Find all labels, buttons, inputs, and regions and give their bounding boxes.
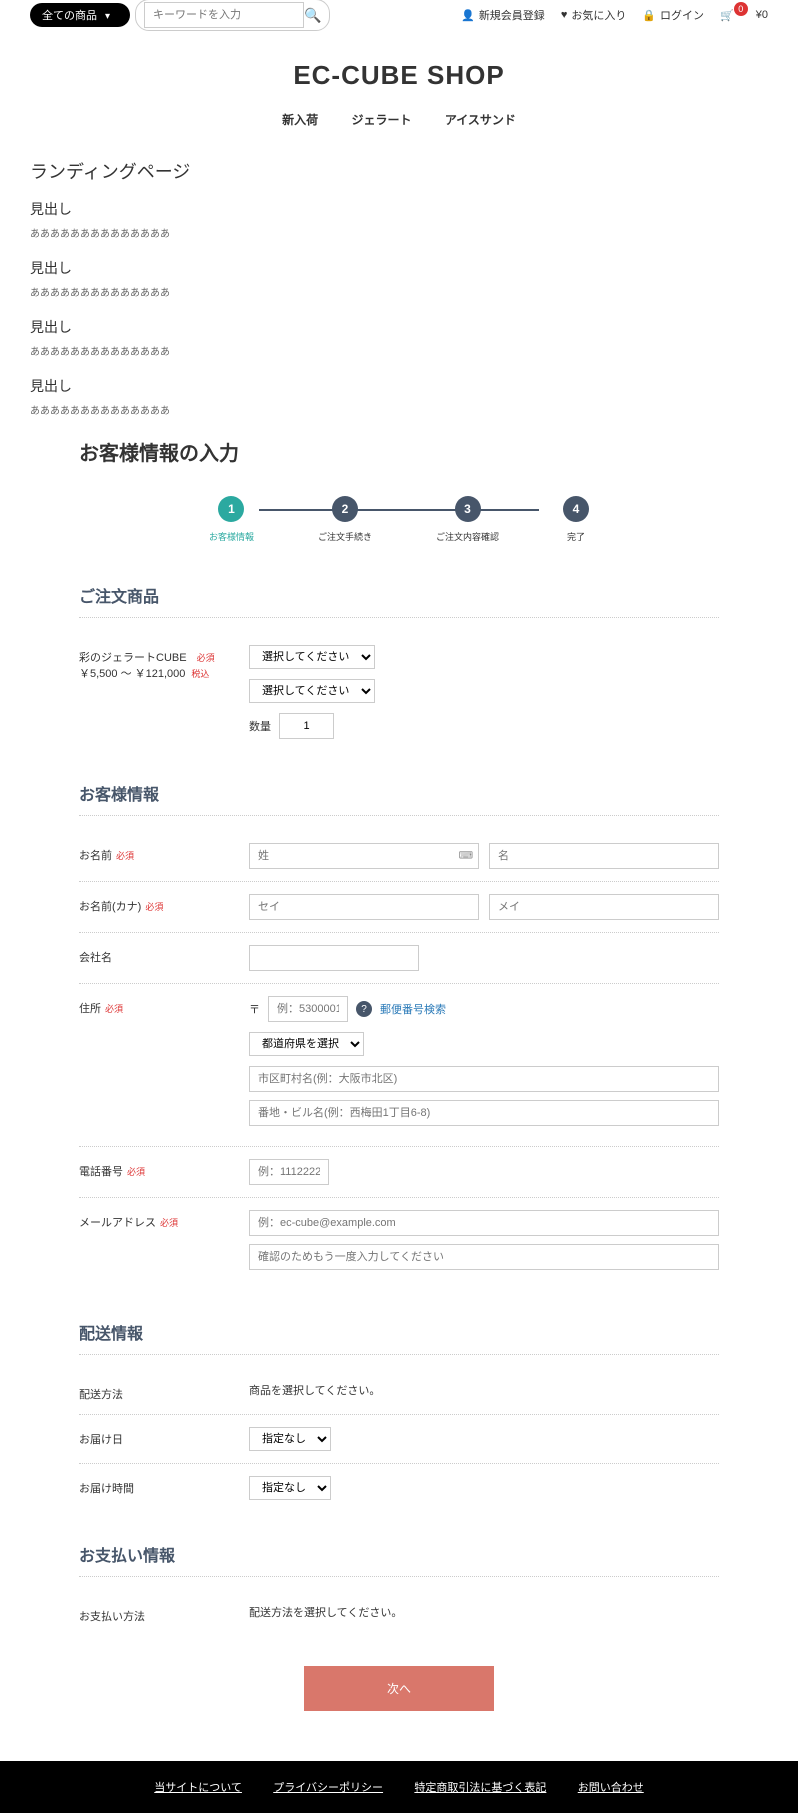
landing-body: ああああああああああああああ xyxy=(30,402,768,417)
register-label: 新規会員登録 xyxy=(479,7,545,23)
landing-title: ランディングページ xyxy=(30,158,768,184)
heart-icon: ♥ xyxy=(561,9,568,21)
required-badge: 必須 xyxy=(127,1167,145,1177)
landing-body: ああああああああああああああ xyxy=(30,343,768,358)
step-4: 4 完了 xyxy=(563,496,589,543)
cart-total: ¥0 xyxy=(756,9,768,21)
zip-mark: 〒 xyxy=(249,1001,260,1017)
phone-label: 電話番号 xyxy=(79,1166,123,1178)
order-heading: ご注文商品 xyxy=(79,583,719,618)
landing-heading: 見出し xyxy=(30,258,768,278)
delivery-date-select[interactable]: 指定なし xyxy=(249,1427,331,1451)
email-input[interactable] xyxy=(249,1210,719,1236)
favorite-label: お気に入り xyxy=(571,7,626,23)
delivery-time-select[interactable]: 指定なし xyxy=(249,1476,331,1500)
next-button[interactable]: 次へ xyxy=(304,1666,494,1711)
step-label: ご注文手続き xyxy=(318,530,372,543)
customer-heading: お客様情報 xyxy=(79,781,719,816)
zip-search-link[interactable]: 郵便番号検索 xyxy=(380,1001,446,1017)
product-option-1[interactable]: 選択してください xyxy=(249,645,375,669)
step-label: ご注文内容確認 xyxy=(436,530,499,543)
cart-icon: 🛒 xyxy=(720,9,734,22)
kana-label: お名前(カナ) xyxy=(79,901,141,913)
required-badge: 必須 xyxy=(145,902,163,912)
name-label: お名前 xyxy=(79,850,112,862)
search-button[interactable]: 🔍 xyxy=(304,7,321,24)
required-badge: 必須 xyxy=(116,851,134,861)
nav-icesand[interactable]: アイスサンド xyxy=(445,111,516,128)
page-title: お客様情報の入力 xyxy=(79,437,719,466)
search-input[interactable] xyxy=(144,2,304,28)
addr2-input[interactable] xyxy=(249,1100,719,1126)
cart-badge: 0 xyxy=(734,2,748,16)
register-link[interactable]: 👤 新規会員登録 xyxy=(461,7,545,23)
landing-heading: 見出し xyxy=(30,317,768,337)
nav-gelato[interactable]: ジェラート xyxy=(351,111,411,128)
search-box: 🔍 xyxy=(135,0,330,31)
landing-heading: 見出し xyxy=(30,199,768,219)
landing-body: ああああああああああああああ xyxy=(30,225,768,240)
pref-select[interactable]: 都道府県を選択 xyxy=(249,1032,364,1056)
qty-input[interactable] xyxy=(279,713,334,739)
ime-icon: ⌨ xyxy=(459,851,473,862)
shipping-heading: 配送情報 xyxy=(79,1320,719,1355)
product-name: 彩のジェラートCUBE xyxy=(79,649,187,665)
email-confirm-input[interactable] xyxy=(249,1244,719,1270)
login-link[interactable]: 🔒 ログイン xyxy=(642,7,704,23)
required-badge: 必須 xyxy=(160,1218,178,1228)
payment-method-text: 配送方法を選択してください。 xyxy=(249,1604,719,1620)
lock-icon: 🔒 xyxy=(642,9,656,22)
progress-steps: 1 お客様情報 2 ご注文手続き 3 ご注文内容確認 4 完了 xyxy=(79,496,719,543)
company-input[interactable] xyxy=(249,945,419,971)
footer-about[interactable]: 当サイトについて xyxy=(154,1782,242,1794)
delivery-time-label: お届け時間 xyxy=(79,1483,134,1495)
delivery-date-label: お届け日 xyxy=(79,1434,123,1446)
step-3: 3 ご注文内容確認 xyxy=(436,496,499,543)
product-price: ￥5,500 ～ ￥121,000 xyxy=(79,665,185,681)
kana-mei-input[interactable] xyxy=(489,894,719,920)
shipping-method-text: 商品を選択してください。 xyxy=(249,1382,719,1398)
required-badge: 必須 xyxy=(105,1004,123,1014)
footer-law[interactable]: 特定商取引法に基づく表記 xyxy=(414,1782,546,1794)
footer: 当サイトについて プライバシーポリシー 特定商取引法に基づく表記 お問い合わせ xyxy=(0,1761,798,1813)
footer-contact[interactable]: お問い合わせ xyxy=(578,1782,644,1794)
address-label: 住所 xyxy=(79,1003,101,1015)
product-option-2[interactable]: 選択してください xyxy=(249,679,375,703)
user-icon: 👤 xyxy=(461,9,475,22)
step-circle: 2 xyxy=(332,496,358,522)
zip-input[interactable] xyxy=(268,996,348,1022)
step-circle: 3 xyxy=(455,496,481,522)
step-label: お客様情報 xyxy=(209,530,254,543)
step-label: 完了 xyxy=(567,530,585,543)
footer-privacy[interactable]: プライバシーポリシー xyxy=(273,1782,383,1794)
shipping-method-label: 配送方法 xyxy=(79,1389,123,1401)
name-sei-input[interactable] xyxy=(249,843,479,869)
category-select[interactable]: 全ての商品 xyxy=(30,3,130,27)
name-mei-input[interactable] xyxy=(489,843,719,869)
category-label: 全ての商品 xyxy=(42,10,97,22)
step-1: 1 お客様情報 xyxy=(209,496,254,543)
landing-body: ああああああああああああああ xyxy=(30,284,768,299)
search-icon: 🔍 xyxy=(304,7,321,23)
step-2: 2 ご注文手続き xyxy=(318,496,372,543)
email-label: メールアドレス xyxy=(79,1217,156,1229)
qty-label: 数量 xyxy=(249,718,271,734)
step-circle: 1 xyxy=(218,496,244,522)
site-logo[interactable]: EC-CUBE SHOP xyxy=(0,60,798,91)
step-circle: 4 xyxy=(563,496,589,522)
login-label: ログイン xyxy=(660,7,704,23)
company-label: 会社名 xyxy=(79,952,112,964)
addr1-input[interactable] xyxy=(249,1066,719,1092)
help-icon[interactable]: ? xyxy=(356,1001,372,1017)
favorite-link[interactable]: ♥お気に入り xyxy=(561,7,627,23)
nav-new[interactable]: 新入荷 xyxy=(282,111,318,128)
cart-link[interactable]: 🛒0¥0 xyxy=(720,8,768,22)
payment-heading: お支払い情報 xyxy=(79,1542,719,1577)
tax-note: 税込 xyxy=(191,667,209,680)
phone-input[interactable] xyxy=(249,1159,329,1185)
landing-heading: 見出し xyxy=(30,376,768,396)
kana-sei-input[interactable] xyxy=(249,894,479,920)
payment-method-label: お支払い方法 xyxy=(79,1611,145,1623)
required-badge: 必須 xyxy=(197,651,215,664)
